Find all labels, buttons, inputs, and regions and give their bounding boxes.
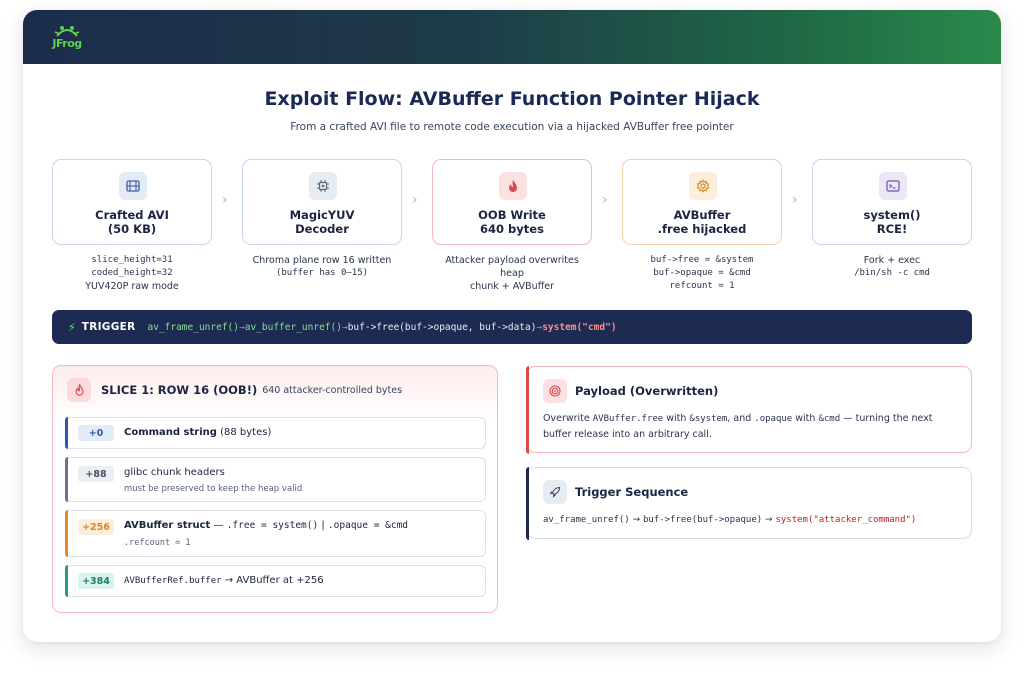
step-label: AVBuffer .free hijacked [657, 208, 747, 236]
row-text: AVBuffer struct — .free = system() | .op… [124, 520, 409, 531]
step-label: Crafted AVI (50 KB) [95, 208, 169, 236]
rocket-icon [543, 480, 567, 504]
chevron-right-icon: › [222, 192, 228, 208]
trigger-bar: ⚡ TRIGGER av_frame_unref()→av_buffer_unr… [52, 310, 972, 344]
row-text: Command string (88 bytes) [124, 427, 272, 438]
main-card: JFrog Exploit Flow: AVBuffer Function Po… [23, 10, 1001, 642]
flame-icon [499, 172, 527, 200]
step-description: Attacker payload overwrites heap chunk + … [445, 255, 579, 292]
trigger-label: TRIGGER [81, 321, 136, 333]
slice-row-command: +0 Command string (88 bytes) [65, 417, 486, 449]
step-oob-write: OOB Write 640 bytes [432, 159, 592, 245]
slice-row-glibc: +88 glibc chunk headers must be preserve… [65, 457, 486, 502]
target-icon [543, 379, 567, 403]
sequence-text: av_frame_unref() → buf->free(buf->opaque… [543, 515, 917, 525]
offset-badge: +256 [78, 519, 114, 535]
slice-panel: SLICE 1: ROW 16 (OOB!) 640 attacker-cont… [52, 365, 498, 613]
step-description: Fork + exec/bin/sh -c cmd [854, 255, 930, 278]
gear-icon [689, 172, 717, 200]
payload-panel: Payload (Overwritten) Overwrite AVBuffer… [525, 365, 972, 454]
row-text: glibc chunk headers [124, 467, 225, 478]
step-description: Chroma plane row 16 written (buffer has 0… [252, 255, 392, 278]
logo-text: JFrog [52, 37, 82, 50]
chevron-right-icon: › [412, 192, 418, 208]
chevron-right-icon: › [602, 192, 608, 208]
sequence-heading: Trigger Sequence [575, 485, 689, 499]
offset-badge: +384 [78, 573, 114, 589]
slice-row-avbuffer: +256 AVBuffer struct — .free = system() … [65, 510, 486, 557]
terminal-icon [879, 172, 907, 200]
step-label: system() RCE! [863, 208, 921, 236]
payload-text: Overwrite AVBuffer.free with &system, an… [543, 413, 933, 440]
step-description: slice_height=31 coded_height=32 YUV420P ra… [85, 255, 179, 292]
offset-badge: +88 [78, 466, 114, 482]
trigger-sequence-panel: Trigger Sequence av_frame_unref() → buf-… [525, 466, 972, 540]
lightning-icon: ⚡ [68, 320, 76, 334]
chevron-right-icon: › [792, 192, 798, 208]
step-magicyuv-decoder: MagicYUV Decoder [242, 159, 402, 245]
step-label: OOB Write 640 bytes [478, 208, 546, 236]
row-subtext: .refcount = 1 [124, 538, 191, 548]
film-icon [119, 172, 147, 200]
offset-badge: +0 [78, 425, 114, 441]
step-label: MagicYUV Decoder [289, 208, 355, 236]
row-subtext: must be preserved to keep the heap valid [124, 484, 303, 494]
step-description: buf->free = &system buf->opaque = &cmd ref… [650, 255, 754, 291]
step-crafted-avi: Crafted AVI (50 KB) [52, 159, 212, 245]
page-title: Exploit Flow: AVBuffer Function Pointer … [264, 88, 760, 110]
step-system-rce: system() RCE! [812, 159, 972, 245]
slice-heading: SLICE 1: ROW 16 (OOB!) [101, 383, 258, 397]
page-subtitle: From a crafted AVI file to remote code e… [290, 121, 734, 133]
payload-heading: Payload (Overwritten) [575, 384, 719, 398]
jfrog-logo: JFrog [51, 22, 83, 54]
slice-header: SLICE 1: ROW 16 (OOB!) 640 attacker-cont… [67, 378, 402, 402]
row-text: AVBufferRef.buffer → AVBuffer at +256 [124, 575, 324, 586]
slice-subheading: 640 attacker-controlled bytes [262, 384, 403, 396]
flame-icon [67, 378, 91, 402]
slice-row-bufferref: +384 AVBufferRef.buffer → AVBuffer at +2… [65, 565, 486, 597]
step-avbuffer-free-hijacked: AVBuffer .free hijacked [622, 159, 782, 245]
chip-icon [309, 172, 337, 200]
header-bar: JFrog [23, 10, 1001, 64]
trigger-chain: av_frame_unref()→av_buffer_unref()→buf->… [147, 321, 617, 333]
